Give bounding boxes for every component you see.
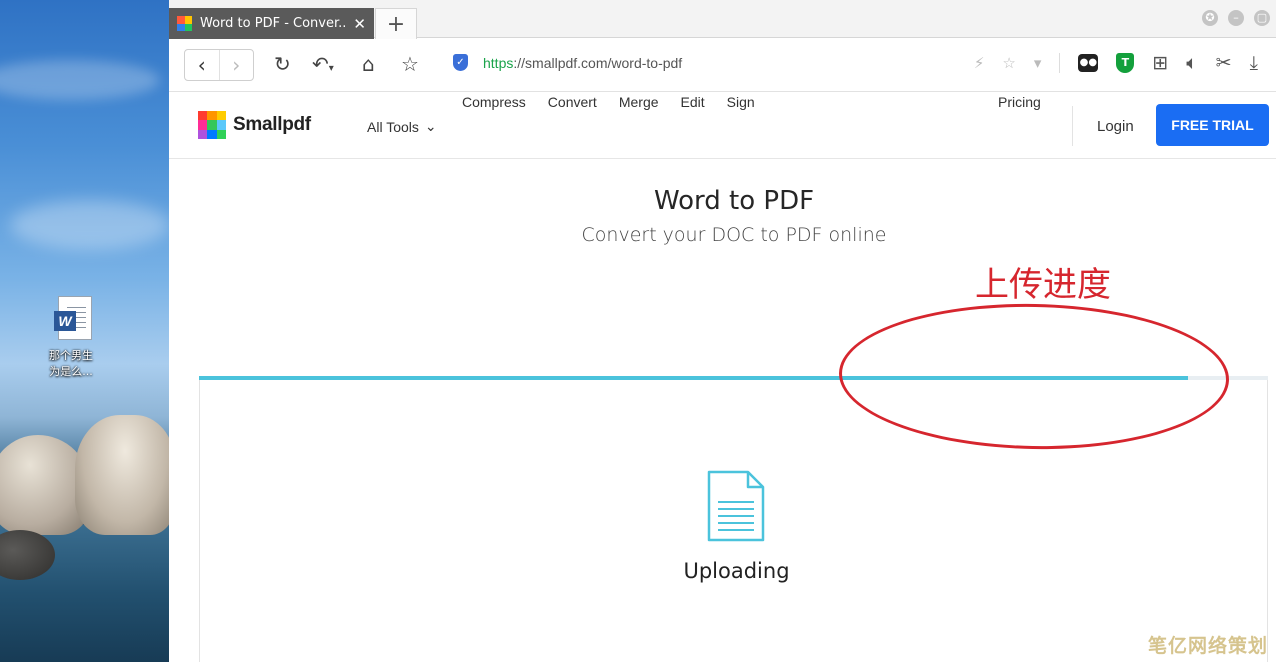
cloud	[0, 60, 160, 100]
download-icon[interactable]: ⤓	[1250, 52, 1258, 74]
tab-bar: Word to PDF - Conver... ✕ + ✪ – ▢	[169, 0, 1276, 39]
desktop-word-file[interactable]: W 那个男生 为是么...	[40, 296, 102, 380]
sound-icon[interactable]: 🔈︎	[1186, 52, 1197, 74]
apps-icon[interactable]: ⊞	[1152, 52, 1168, 74]
divider	[1059, 53, 1061, 73]
undo-icon[interactable]: ↶▾	[312, 52, 334, 76]
menu-item-convert[interactable]: Convert	[548, 94, 597, 110]
chevron-down-icon: ▾	[328, 63, 334, 74]
forward-icon[interactable]: ›	[218, 50, 254, 80]
lightning-icon[interactable]: ⚡	[974, 54, 985, 72]
new-tab-button[interactable]: +	[375, 8, 417, 39]
minimize-icon[interactable]: –	[1228, 10, 1244, 26]
address-bar[interactable]: ✓ https://smallpdf.com/word-to-pdf	[453, 54, 682, 71]
home-icon[interactable]: ⌂	[362, 52, 375, 76]
toolbar-right: ⚡ ☆ ▾ ●● T ⊞ 🔈︎ ✂ ⤓	[974, 52, 1258, 74]
cloud	[10, 200, 169, 250]
document-icon	[707, 470, 765, 542]
watermark: 笔亿网络策划	[1147, 635, 1268, 657]
word-document-icon: W	[50, 296, 92, 342]
star-icon[interactable]: ☆	[401, 52, 419, 76]
chevron-down-icon: ⌄	[424, 118, 437, 134]
smallpdf-favicon-icon	[177, 16, 192, 31]
annotation-label: 上传进度	[975, 265, 1111, 305]
login-link[interactable]: Login	[1097, 118, 1134, 135]
maximize-icon[interactable]: ▢	[1254, 10, 1270, 26]
menu-item-pricing[interactable]: Pricing	[998, 94, 1041, 110]
all-tools-dropdown[interactable]: All Tools ⌄	[367, 118, 437, 135]
chevron-down-icon[interactable]: ▾	[1034, 54, 1042, 72]
tab-close-icon[interactable]: ✕	[353, 15, 366, 33]
window-controls: ✪ – ▢	[1202, 10, 1270, 26]
security-shield-icon: ✓	[453, 54, 468, 71]
tab-title: Word to PDF - Conver...	[200, 16, 348, 31]
brand-name: Smallpdf	[233, 114, 311, 135]
skin-icon[interactable]: ✪	[1202, 10, 1218, 26]
back-forward-group: ‹ ›	[184, 49, 254, 81]
page-title: Word to PDF	[653, 186, 815, 216]
scissors-icon[interactable]: ✂	[1216, 52, 1232, 74]
browser-window: Word to PDF - Conver... ✕ + ✪ – ▢ ‹ › ↻ …	[169, 0, 1276, 662]
smallpdf-logo-icon	[198, 111, 226, 139]
url-text: https://smallpdf.com/word-to-pdf	[483, 54, 683, 71]
header-divider	[1072, 106, 1073, 146]
menu-item-merge[interactable]: Merge	[619, 94, 659, 110]
reload-icon[interactable]: ↻	[274, 52, 291, 76]
upload-status: Uploading	[683, 559, 790, 583]
menu-item-compress[interactable]: Compress	[462, 94, 526, 110]
tab-word-to-pdf[interactable]: Word to PDF - Conver... ✕	[169, 8, 374, 39]
desktop-file-label: 那个男生 为是么...	[49, 349, 93, 378]
navigation-bar: ‹ › ↻ ↶▾ ⌂ ☆ ✓ https://smallpdf.com/word…	[169, 38, 1276, 92]
site-header: Smallpdf All Tools ⌄ Compress Convert Me…	[169, 92, 1276, 159]
rock	[75, 415, 169, 535]
smallpdf-logo[interactable]: Smallpdf	[198, 111, 311, 139]
back-icon[interactable]: ‹	[185, 50, 219, 80]
menu-item-sign[interactable]: Sign	[727, 94, 755, 110]
main-menu: Compress Convert Merge Edit Sign	[462, 94, 777, 110]
free-trial-button[interactable]: FREE TRIAL	[1156, 104, 1269, 146]
adblock-shield-icon[interactable]: T	[1116, 53, 1135, 73]
bookmark-star-icon[interactable]: ☆	[1002, 54, 1015, 72]
page-subtitle: Convert your DOC to PDF online	[581, 224, 887, 246]
main-content: Word to PDF Convert your DOC to PDF onli…	[169, 159, 1276, 662]
menu-item-edit[interactable]: Edit	[681, 94, 705, 110]
desktop-background: W 那个男生 为是么...	[0, 0, 169, 662]
ghost-extension-icon[interactable]: ●●	[1078, 54, 1099, 72]
